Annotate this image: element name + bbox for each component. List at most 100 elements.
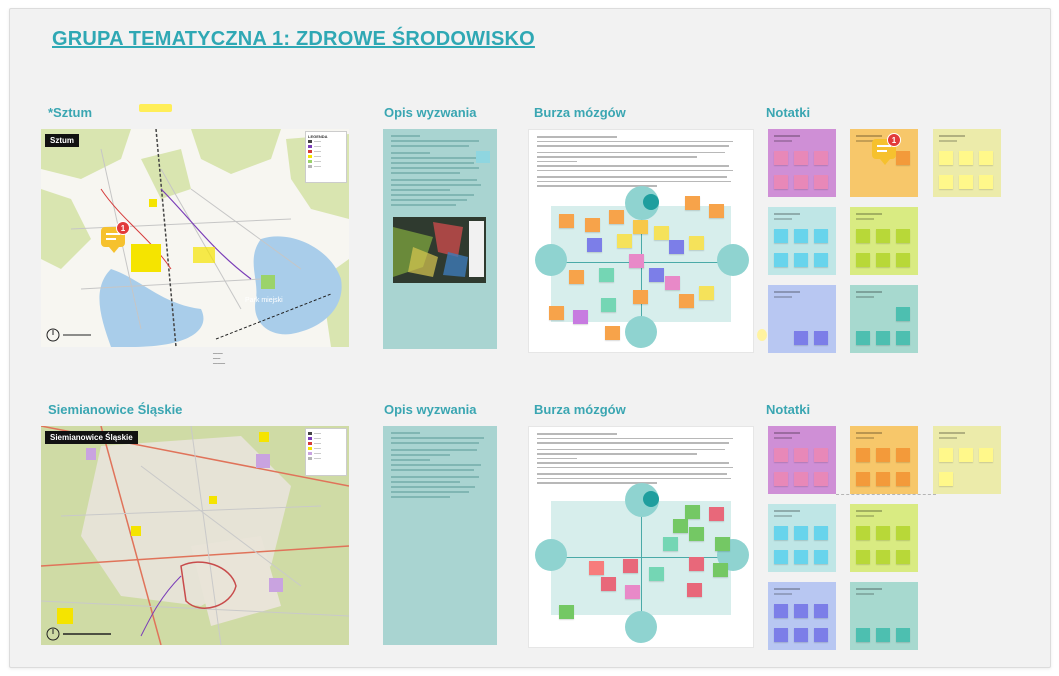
note-sticky[interactable] bbox=[979, 448, 993, 462]
opis-panel-1[interactable] bbox=[383, 129, 497, 349]
note-sticky[interactable] bbox=[774, 175, 788, 189]
brainstorm-sticky-note[interactable] bbox=[689, 236, 704, 250]
note-sticky[interactable] bbox=[814, 448, 828, 462]
notes-frame[interactable] bbox=[768, 285, 836, 353]
brainstorm-sticky-note[interactable] bbox=[709, 507, 724, 521]
note-sticky[interactable] bbox=[876, 448, 890, 462]
note-sticky[interactable] bbox=[876, 526, 890, 540]
note-sticky[interactable] bbox=[896, 229, 910, 243]
note-sticky[interactable] bbox=[876, 229, 890, 243]
note-sticky[interactable] bbox=[939, 448, 953, 462]
note-sticky[interactable] bbox=[794, 253, 808, 267]
brainstorm-sticky-note[interactable] bbox=[589, 561, 604, 575]
notes-frame[interactable] bbox=[768, 129, 836, 197]
note-sticky[interactable] bbox=[774, 628, 788, 642]
notes-frame[interactable] bbox=[768, 582, 836, 650]
brainstorm-sticky-note[interactable] bbox=[601, 577, 616, 591]
brainstorm-sticky-note[interactable] bbox=[599, 268, 614, 282]
note-sticky[interactable] bbox=[896, 526, 910, 540]
note-sticky[interactable] bbox=[876, 550, 890, 564]
note-sticky[interactable] bbox=[774, 472, 788, 486]
brainstorm-sticky-note[interactable] bbox=[685, 505, 700, 519]
note-sticky[interactable] bbox=[939, 175, 953, 189]
note-sticky[interactable] bbox=[876, 331, 890, 345]
notes-frame[interactable] bbox=[850, 582, 918, 650]
note-sticky[interactable] bbox=[774, 448, 788, 462]
brainstorm-sticky-note[interactable] bbox=[649, 567, 664, 581]
brainstorm-sticky-note[interactable] bbox=[709, 204, 724, 218]
brainstorm-sticky-note[interactable] bbox=[663, 537, 678, 551]
brainstorm-panel-2[interactable] bbox=[528, 426, 754, 648]
notes-frame[interactable] bbox=[850, 426, 918, 494]
note-sticky[interactable] bbox=[876, 628, 890, 642]
brainstorm-sticky-note[interactable] bbox=[699, 286, 714, 300]
note-sticky[interactable] bbox=[856, 526, 870, 540]
note-sticky[interactable] bbox=[959, 151, 973, 165]
note-sticky[interactable] bbox=[856, 229, 870, 243]
note-sticky[interactable] bbox=[896, 331, 910, 345]
brainstorm-sticky-note[interactable] bbox=[649, 268, 664, 282]
note-sticky[interactable] bbox=[794, 472, 808, 486]
notes-frame[interactable] bbox=[850, 285, 918, 353]
brainstorm-sticky-note[interactable] bbox=[623, 559, 638, 573]
map-sztum[interactable]: Park miejski Sztum LEGENDA —— —— —— —— —… bbox=[41, 129, 349, 347]
brainstorm-sticky-note[interactable] bbox=[687, 583, 702, 597]
note-sticky[interactable] bbox=[814, 472, 828, 486]
note-sticky[interactable] bbox=[774, 526, 788, 540]
note-sticky[interactable] bbox=[774, 229, 788, 243]
comment-icon[interactable]: 1 bbox=[101, 221, 131, 255]
brainstorm-sticky-note[interactable] bbox=[625, 585, 640, 599]
note-sticky[interactable] bbox=[876, 472, 890, 486]
note-sticky[interactable] bbox=[794, 526, 808, 540]
note-sticky[interactable] bbox=[814, 229, 828, 243]
brainstorm-sticky-note[interactable] bbox=[569, 270, 584, 284]
note-sticky[interactable] bbox=[896, 472, 910, 486]
brainstorm-sticky-note[interactable] bbox=[629, 254, 644, 268]
brainstorm-sticky-note[interactable] bbox=[587, 238, 602, 252]
note-sticky[interactable] bbox=[959, 175, 973, 189]
map-siemianowice[interactable]: Siemianowice Śląskie —— —— —— —— —— —— bbox=[41, 426, 349, 645]
note-sticky[interactable] bbox=[939, 151, 953, 165]
brainstorm-sticky-note[interactable] bbox=[633, 220, 648, 234]
notes-frame[interactable] bbox=[768, 207, 836, 275]
note-sticky[interactable] bbox=[794, 151, 808, 165]
brainstorm-sticky-note[interactable] bbox=[605, 326, 620, 340]
opis-panel-2[interactable] bbox=[383, 426, 497, 645]
note-sticky[interactable] bbox=[814, 550, 828, 564]
brainstorm-sticky-note[interactable] bbox=[715, 537, 730, 551]
notes-frame[interactable] bbox=[850, 504, 918, 572]
brainstorm-sticky-note[interactable] bbox=[559, 214, 574, 228]
yellow-sticky-marker[interactable] bbox=[139, 104, 172, 112]
brainstorm-sticky-note[interactable] bbox=[633, 290, 648, 304]
note-sticky[interactable] bbox=[794, 550, 808, 564]
brainstorm-sticky-note[interactable] bbox=[673, 519, 688, 533]
note-sticky[interactable] bbox=[896, 448, 910, 462]
brainstorm-sticky-note[interactable] bbox=[654, 226, 669, 240]
note-sticky[interactable] bbox=[959, 448, 973, 462]
note-sticky[interactable] bbox=[896, 550, 910, 564]
note-sticky[interactable] bbox=[856, 628, 870, 642]
note-sticky[interactable] bbox=[939, 472, 953, 486]
note-sticky[interactable] bbox=[856, 253, 870, 267]
brainstorm-sticky-note[interactable] bbox=[685, 196, 700, 210]
brainstorm-sticky-note[interactable] bbox=[679, 294, 694, 308]
note-sticky[interactable] bbox=[896, 253, 910, 267]
comment-icon[interactable]: 1 bbox=[872, 133, 902, 167]
whiteboard-canvas[interactable]: GRUPA TEMATYCZNA 1: ZDROWE ŚRODOWISKO *S… bbox=[9, 8, 1051, 668]
note-sticky[interactable] bbox=[794, 175, 808, 189]
note-sticky[interactable] bbox=[794, 229, 808, 243]
note-sticky[interactable] bbox=[794, 331, 808, 345]
note-sticky[interactable] bbox=[774, 151, 788, 165]
note-sticky[interactable] bbox=[814, 151, 828, 165]
note-sticky[interactable] bbox=[856, 331, 870, 345]
brainstorm-sticky-note[interactable] bbox=[549, 306, 564, 320]
brainstorm-sticky-note[interactable] bbox=[713, 563, 728, 577]
note-sticky[interactable] bbox=[814, 526, 828, 540]
sticky-note[interactable] bbox=[476, 151, 490, 163]
note-sticky[interactable] bbox=[814, 175, 828, 189]
brainstorm-sticky-note[interactable] bbox=[585, 218, 600, 232]
brainstorm-sticky-note[interactable] bbox=[559, 605, 574, 619]
brainstorm-sticky-note[interactable] bbox=[609, 210, 624, 224]
note-sticky[interactable] bbox=[856, 448, 870, 462]
brainstorm-sticky-note[interactable] bbox=[689, 527, 704, 541]
